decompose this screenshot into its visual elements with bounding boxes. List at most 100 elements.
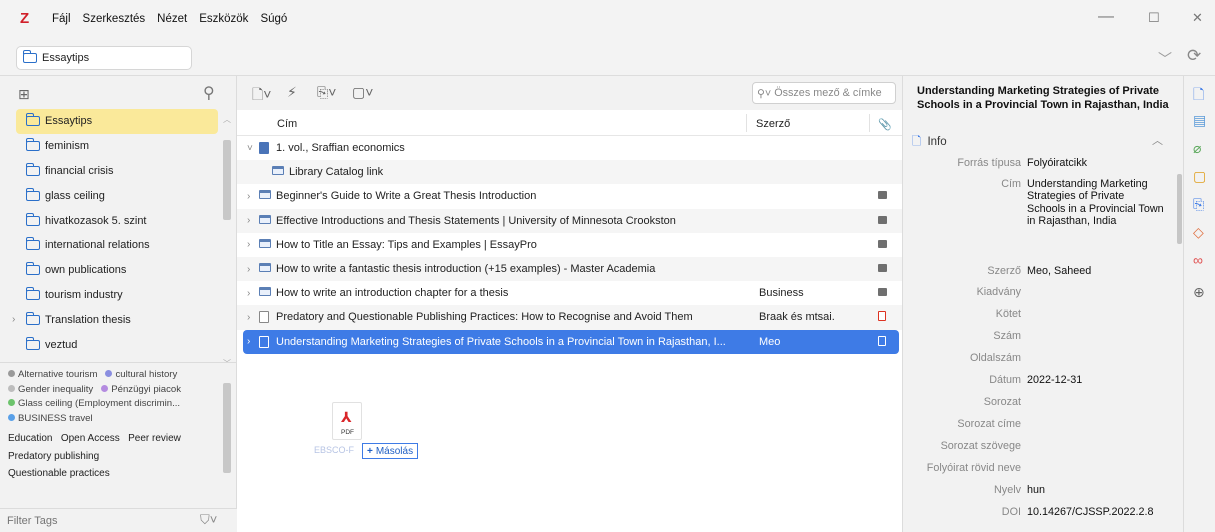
collection-item[interactable]: international relations xyxy=(16,233,218,258)
collection-item[interactable]: own publications xyxy=(16,258,218,283)
tag-color-icon xyxy=(8,384,15,392)
acrobat-icon: ⅄ xyxy=(341,409,352,425)
snapshot-icon[interactable] xyxy=(878,288,887,297)
tab-library[interactable]: Essaytips xyxy=(16,46,192,70)
snapshot-icon[interactable] xyxy=(878,239,887,248)
tag[interactable]: Education xyxy=(8,433,52,444)
notes-icon[interactable]: ▢ xyxy=(1193,168,1206,185)
folder-icon xyxy=(25,311,40,325)
chevron-right-icon[interactable]: › xyxy=(247,215,250,226)
column-divider[interactable] xyxy=(869,114,870,132)
column-creator[interactable]: Szerző xyxy=(756,118,790,130)
table-row[interactable]: › Beginner's Guide to Write a Great Thes… xyxy=(237,184,902,208)
new-collection-icon[interactable]: ⊞ xyxy=(18,86,30,103)
column-divider[interactable] xyxy=(746,114,747,132)
plus-icon: + xyxy=(367,445,373,457)
item-title: How to Title an Essay: Tips and Examples… xyxy=(276,238,537,251)
chevron-right-icon[interactable]: › xyxy=(247,191,250,202)
item-title: How to write a fantastic thesis introduc… xyxy=(276,263,656,276)
snapshot-icon[interactable] xyxy=(878,215,887,224)
table-row[interactable]: › Predatory and Questionable Publishing … xyxy=(237,305,902,330)
tag[interactable]: Open Access xyxy=(61,433,120,444)
related-icon[interactable]: ∞ xyxy=(1193,252,1203,268)
sync-icon[interactable]: ⟳ xyxy=(1187,46,1201,66)
table-row[interactable]: › How to write an introduction chapter f… xyxy=(237,281,902,305)
tag[interactable]: Glass ceiling (Employment discrimin... xyxy=(8,398,180,409)
chevron-right-icon[interactable]: › xyxy=(247,288,250,299)
table-row[interactable]: › How to Title an Essay: Tips and Exampl… xyxy=(237,233,902,257)
tag[interactable]: Questionable practices xyxy=(8,468,110,479)
chevron-right-icon[interactable]: › xyxy=(247,336,250,347)
tag[interactable]: Gender inequality xyxy=(8,384,93,395)
minimize-button[interactable]: — xyxy=(1098,8,1114,26)
tag[interactable]: Alternative tourism xyxy=(8,369,97,380)
pdf-icon[interactable] xyxy=(878,311,886,322)
libraries-collections-icon[interactable]: ⎘ xyxy=(1193,196,1204,213)
chevron-down-icon[interactable]: ﹀ xyxy=(1158,49,1172,69)
chevron-right-icon[interactable]: › xyxy=(247,239,250,250)
chevron-right-icon[interactable]: › xyxy=(247,264,250,275)
tags-icon[interactable]: ◇ xyxy=(1193,224,1204,241)
filter-tags-input[interactable] xyxy=(0,509,190,532)
search-icon[interactable]: ⚲ xyxy=(203,83,215,103)
collection-item[interactable]: feminism xyxy=(16,134,218,159)
tab-label: Essaytips xyxy=(42,52,90,64)
new-item-icon[interactable]: 🗋˅ xyxy=(252,84,271,108)
items-search-box[interactable]: ⚲˅ Összes mező & címke xyxy=(752,82,896,104)
tag-selector: Alternative tourism cultural history Gen… xyxy=(0,362,237,508)
tags-scrollbar[interactable] xyxy=(223,371,231,483)
chevron-right-icon[interactable]: › xyxy=(12,314,26,325)
scrollbar-thumb[interactable] xyxy=(223,140,231,220)
paperclip-icon[interactable]: 📎 xyxy=(878,118,892,131)
table-row-selected[interactable]: › Understanding Marketing Strategies of … xyxy=(243,329,899,354)
attachment-icon[interactable] xyxy=(878,335,886,346)
collection-item[interactable]: veztud xyxy=(16,332,218,357)
collections-scrollbar[interactable]: ︿ ﹀ xyxy=(223,110,231,370)
locate-icon[interactable]: ⊕ xyxy=(1193,284,1205,301)
new-note-icon[interactable]: ▢˅ xyxy=(352,84,373,101)
chevron-up-icon[interactable]: ︿ xyxy=(1152,132,1163,148)
collection-item[interactable]: tourism industry xyxy=(16,283,218,308)
chevron-down-icon[interactable]: ˅ xyxy=(247,143,253,154)
magic-wand-icon[interactable]: ⚡ xyxy=(287,84,297,101)
add-attachment-icon[interactable]: ⎘˅ xyxy=(317,84,336,101)
item-title: How to write an introduction chapter for… xyxy=(276,287,509,300)
attachments-icon[interactable]: ⌀ xyxy=(1193,140,1201,157)
collection-item[interactable]: › Translation thesis xyxy=(12,307,218,332)
tag[interactable]: Peer review xyxy=(128,433,181,444)
scrollbar-thumb[interactable] xyxy=(223,383,231,473)
snapshot-icon[interactable] xyxy=(878,263,887,272)
table-row[interactable]: ˅ 1. vol., Sraffian economics xyxy=(237,136,902,160)
maximize-button[interactable]: ☐ xyxy=(1148,10,1160,26)
column-title[interactable]: Cím xyxy=(277,118,297,130)
collection-item[interactable]: Essaytips xyxy=(16,109,218,134)
filter-icon[interactable]: ⛉˅ xyxy=(200,512,217,528)
scroll-up-icon[interactable]: ︿ xyxy=(223,114,231,125)
close-button[interactable]: ✕ xyxy=(1192,10,1203,26)
webpage-icon xyxy=(259,214,271,224)
tag[interactable]: cultural history xyxy=(105,369,177,380)
tag[interactable]: BUSINESS travel xyxy=(8,413,93,424)
tag[interactable]: Predatory publishing xyxy=(8,451,99,462)
info-section-header[interactable]: 🗋 Info xyxy=(912,134,947,153)
title-bar: Z Fájl Szerkesztés Nézet Eszközök Súgó —… xyxy=(0,0,1215,38)
item-pane-scrollbar[interactable] xyxy=(1177,174,1182,244)
menu-view[interactable]: Nézet xyxy=(157,13,187,25)
chevron-right-icon[interactable]: › xyxy=(247,312,250,323)
info-icon: 🗋 xyxy=(912,136,922,148)
collection-item[interactable]: glass ceiling xyxy=(16,183,218,208)
collection-item[interactable]: financial crisis xyxy=(16,159,218,184)
tag[interactable]: Pénzügyi piacok xyxy=(101,384,181,395)
info-icon[interactable]: 🗋 xyxy=(1193,84,1204,108)
snapshot-icon[interactable] xyxy=(878,191,887,200)
menu-help[interactable]: Súgó xyxy=(260,13,287,25)
menu-tools[interactable]: Eszközök xyxy=(199,13,248,25)
table-row[interactable]: › How to write a fantastic thesis introd… xyxy=(237,256,902,282)
menu-file[interactable]: Fájl xyxy=(52,13,71,25)
tab-bar: Essaytips ﹀ ⟳ xyxy=(0,38,1215,76)
table-row[interactable]: › Effective Introductions and Thesis Sta… xyxy=(237,208,902,233)
table-row[interactable]: Library Catalog link xyxy=(237,160,902,185)
collection-item[interactable]: hivatkozasok 5. szint xyxy=(16,208,218,233)
menu-edit[interactable]: Szerkesztés xyxy=(83,13,146,25)
abstract-icon[interactable]: ▤ xyxy=(1193,112,1206,129)
